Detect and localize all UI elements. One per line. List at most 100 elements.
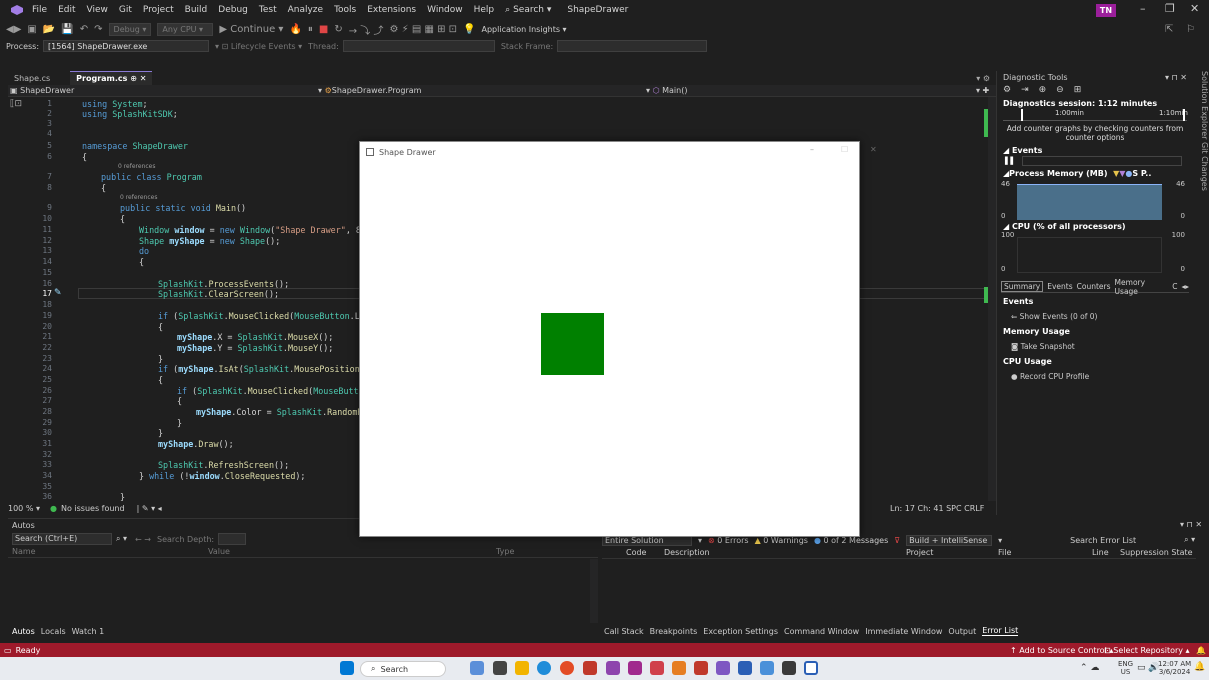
tray-icons[interactable]: ⌃ ☁ [1080,663,1099,673]
menu-build[interactable]: Build [185,5,208,15]
col-file[interactable]: File [998,548,1092,557]
hot-reload-icon[interactable]: 🔥 [289,24,301,35]
events-track[interactable]: ▌▌ [997,155,1193,167]
visual-studio-icon[interactable] [716,661,730,675]
tab-watch-1[interactable]: Watch 1 [72,627,105,636]
tab-events[interactable]: Events [1047,282,1072,291]
timeline-ruler[interactable]: 1:00min 1:10min [1003,109,1188,121]
search-button[interactable]: ⌕ Search ▾ [505,5,551,15]
tab-autos[interactable]: Autos [12,627,35,636]
tab-summary[interactable]: Summary [1001,281,1044,292]
col-value[interactable]: Value [208,547,496,556]
taskbar-search[interactable]: ⌕ Search [360,661,446,677]
green-square-shape[interactable] [541,313,604,375]
debug-tools-icons[interactable]: ⚙ ⚡ ▤ ▦ ⊞ ⊡ [390,24,458,35]
stack-frame-select[interactable] [557,40,708,52]
add-source-control-button[interactable]: ↑ Add to Source Control ▴ [1010,646,1113,655]
search-icon[interactable]: ⌕ ▾ [1184,535,1195,545]
tab-locals[interactable]: Locals [41,627,66,636]
tab-cpu[interactable]: C [1172,282,1177,291]
col-type[interactable]: Type [496,547,514,556]
file-explorer-icon[interactable] [515,661,529,675]
close-icon[interactable]: ✕ [870,145,877,154]
back-forward-icon[interactable]: ◀▶ [6,24,21,35]
panel-controls-icon[interactable]: ▾ ⊓ ✕ [1165,73,1187,82]
app-insights-button[interactable]: Application Insights ▾ [482,25,567,34]
tab-scroll-icon[interactable]: ◂▸ [1181,282,1189,291]
autos-search-input[interactable]: Search (Ctrl+E) [12,533,112,545]
task-view-icon[interactable] [493,661,507,675]
new-project-icon[interactable]: ▣ [27,24,36,35]
feedback-icon[interactable]: ⚐ [1186,24,1195,35]
step-icons[interactable]: → ⤵ ⤴ [349,22,384,37]
menu-tools[interactable]: Tools [334,5,356,15]
menu-extensions[interactable]: Extensions [367,5,416,15]
menu-file[interactable]: File [32,5,47,15]
memory-graph[interactable]: 46 0 46 0 [997,180,1193,222]
quick-actions-icon[interactable]: ⟦⊡ [10,99,22,109]
show-events-link[interactable]: ⇐ Show Events (0 of 0) [997,306,1193,321]
tab-counters[interactable]: Counters [1077,282,1111,291]
error-search-input[interactable]: Search Error List [1058,536,1178,545]
platform-select[interactable]: Any CPU ▾ [157,22,214,36]
app-icon-4[interactable] [650,661,664,675]
record-cpu-button[interactable]: ● Record CPU Profile [997,366,1193,381]
col-description[interactable]: Description [664,548,906,557]
menu-project[interactable]: Project [143,5,174,15]
app-icon-2[interactable] [606,661,620,675]
issues-status[interactable]: No issues found [61,504,125,513]
app-icon-3[interactable] [628,661,642,675]
terminal-icon[interactable] [782,661,796,675]
menu-edit[interactable]: Edit [58,5,75,15]
word-icon[interactable] [738,661,752,675]
nav-project-select[interactable]: ▣ ShapeDrawer [8,86,318,95]
search-depth-select[interactable] [218,533,247,545]
build-dropdown-icon[interactable]: ▾ [998,536,1002,545]
configuration-select[interactable]: Debug ▾ [108,22,152,36]
brush-icon[interactable]: | ✎ ▾ ◂ [137,504,162,513]
shape-drawer-title-bar[interactable]: Shape Drawer – ☐ ✕ [360,142,877,162]
save-icon[interactable]: 💾 [61,24,73,35]
start-icon[interactable] [340,661,354,675]
select-repository-button[interactable]: ⊡ Select Repository ▴ [1104,646,1190,655]
tab-output[interactable]: Output [948,627,976,636]
menu-help[interactable]: Help [474,5,495,15]
pause-icon[interactable]: ⏸ [308,24,313,35]
nav-arrows-icon[interactable]: ← → [135,535,151,544]
search-icon[interactable]: ⌕ ▾ [116,534,127,544]
nav-member-select[interactable]: ▾ ⬡ Main() [646,86,976,95]
tab-command-window[interactable]: Command Window [784,627,859,636]
app-icon-1[interactable] [583,661,597,675]
network-volume-icon[interactable]: ▭ 🔊 [1137,663,1160,673]
bottom-panel-controls-icon[interactable]: ▾ ⊓ ✕ [1180,520,1202,529]
menu-view[interactable]: View [87,5,108,15]
filter-icon[interactable]: ⊽ [894,536,900,545]
pin-icon[interactable]: ⊕ [130,74,137,83]
tab-memory-usage[interactable]: Memory Usage [1115,278,1169,296]
menu-analyze[interactable]: Analyze [288,5,323,15]
col-line[interactable]: Line [1092,548,1120,557]
acrobat-icon[interactable] [694,661,708,675]
vertical-scrollbar[interactable] [988,97,996,501]
codelens-references[interactable]: 0 references [118,163,156,170]
tab-shape-cs[interactable]: Shape.cs [8,71,56,85]
zoom-out-icon[interactable]: ⊖ [1056,85,1064,95]
col-code[interactable]: Code [626,548,664,557]
continue-button[interactable]: ▶ Continue ▾ [219,24,283,35]
open-icon[interactable]: 📂 [43,24,55,35]
tab-program-cs[interactable]: Program.cs ⊕ ✕ [70,71,153,85]
tab-exception-settings[interactable]: Exception Settings [703,627,778,636]
settings-icon[interactable]: ⚙ [1003,85,1011,95]
shape-drawer-taskbar-icon[interactable] [804,661,818,675]
live-share-icon[interactable]: ⇱ [1165,24,1173,35]
col-suppression[interactable]: Suppression State [1120,548,1193,557]
build-filter-select[interactable]: Build + IntelliSense [906,534,993,546]
tab-breakpoints[interactable]: Breakpoints [650,627,698,636]
menu-debug[interactable]: Debug [218,5,248,15]
restore-icon[interactable]: ❐ [1165,2,1175,15]
undo-icon[interactable]: ↶ [80,24,88,35]
minimize-icon[interactable]: – [810,145,814,154]
notification-bell-icon[interactable]: 🔔 [1194,662,1205,672]
stop-icon[interactable]: ■ [319,24,328,35]
widgets-icon[interactable] [470,661,484,675]
